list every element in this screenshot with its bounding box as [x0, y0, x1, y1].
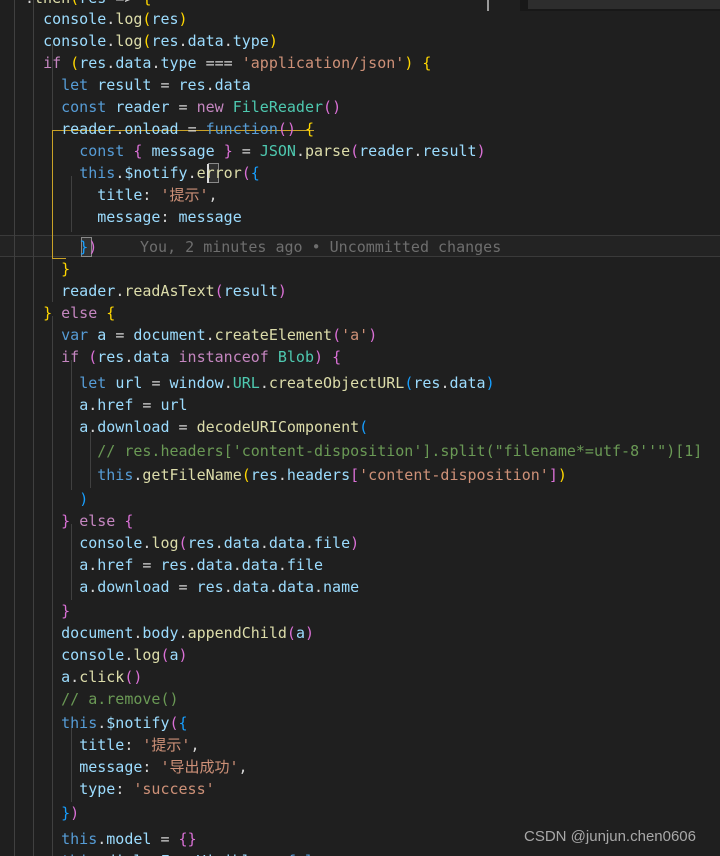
code-line[interactable]: a.href = url	[0, 394, 720, 416]
code-line[interactable]: a.href = res.data.data.file	[0, 554, 720, 576]
code-line[interactable]: this.dialogFormVisible = false	[0, 850, 720, 856]
code-line[interactable]: this.getFileName(res.headers['content-di…	[0, 464, 720, 486]
code-line[interactable]: this.$notify({	[0, 712, 720, 734]
code-line[interactable]: console.log(res.data.data.file)	[0, 532, 720, 554]
code-line[interactable]: if (res.data instanceof Blob) {	[0, 346, 720, 368]
code-line[interactable]: }	[0, 600, 720, 622]
code-line[interactable]: } else {	[0, 302, 720, 324]
code-line[interactable]: message: '导出成功',	[0, 756, 720, 778]
code-line[interactable]: message: message	[0, 206, 720, 228]
code-line[interactable]: // a.remove()	[0, 688, 720, 710]
code-line[interactable]: if (res.data.type === 'application/json'…	[0, 52, 720, 74]
csdn-watermark: CSDN @junjun.chen0606	[524, 828, 696, 845]
code-line[interactable]: a.click()	[0, 666, 720, 688]
code-line[interactable]: var a = document.createElement('a')	[0, 324, 720, 346]
code-line[interactable]: let url = window.URL.createObjectURL(res…	[0, 372, 720, 394]
git-blame-annotation[interactable]: You, 2 minutes ago • Uncommitted changes	[140, 236, 501, 258]
code-line[interactable]: }	[0, 258, 720, 280]
code-line[interactable]: title: '提示',	[0, 184, 720, 206]
code-line[interactable]: } else {	[0, 510, 720, 532]
code-line[interactable]: )	[0, 488, 720, 510]
code-line[interactable]: let result = res.data	[0, 74, 720, 96]
code-line[interactable]: console.log(res.data.type)	[0, 30, 720, 52]
code-line[interactable]: a.download = res.data.data.name	[0, 576, 720, 598]
code-line[interactable]: const { message } = JSON.parse(reader.re…	[0, 140, 720, 162]
code-line[interactable]: reader.readAsText(result)	[0, 280, 720, 302]
code-line[interactable]: this.$notify.error({	[0, 162, 720, 184]
code-editor[interactable]: .then(res => { console.log(res) console.…	[0, 0, 720, 856]
code-line[interactable]: title: '提示',	[0, 734, 720, 756]
code-line[interactable]: console.log(res)	[0, 8, 720, 30]
code-line[interactable]: const reader = new FileReader()	[0, 96, 720, 118]
code-line[interactable]: type: 'success'	[0, 778, 720, 800]
code-line[interactable]: a.download = decodeURIComponent(	[0, 416, 720, 438]
code-line[interactable]: console.log(a)	[0, 644, 720, 666]
code-line[interactable]: reader.onload = function() {	[0, 118, 720, 140]
code-line[interactable]: document.body.appendChild(a)	[0, 622, 720, 644]
code-line[interactable]: })	[0, 802, 720, 824]
code-line[interactable]: // res.headers['content-disposition'].sp…	[0, 440, 720, 462]
vscode-window: .then(res => { console.log(res) console.…	[0, 0, 720, 856]
